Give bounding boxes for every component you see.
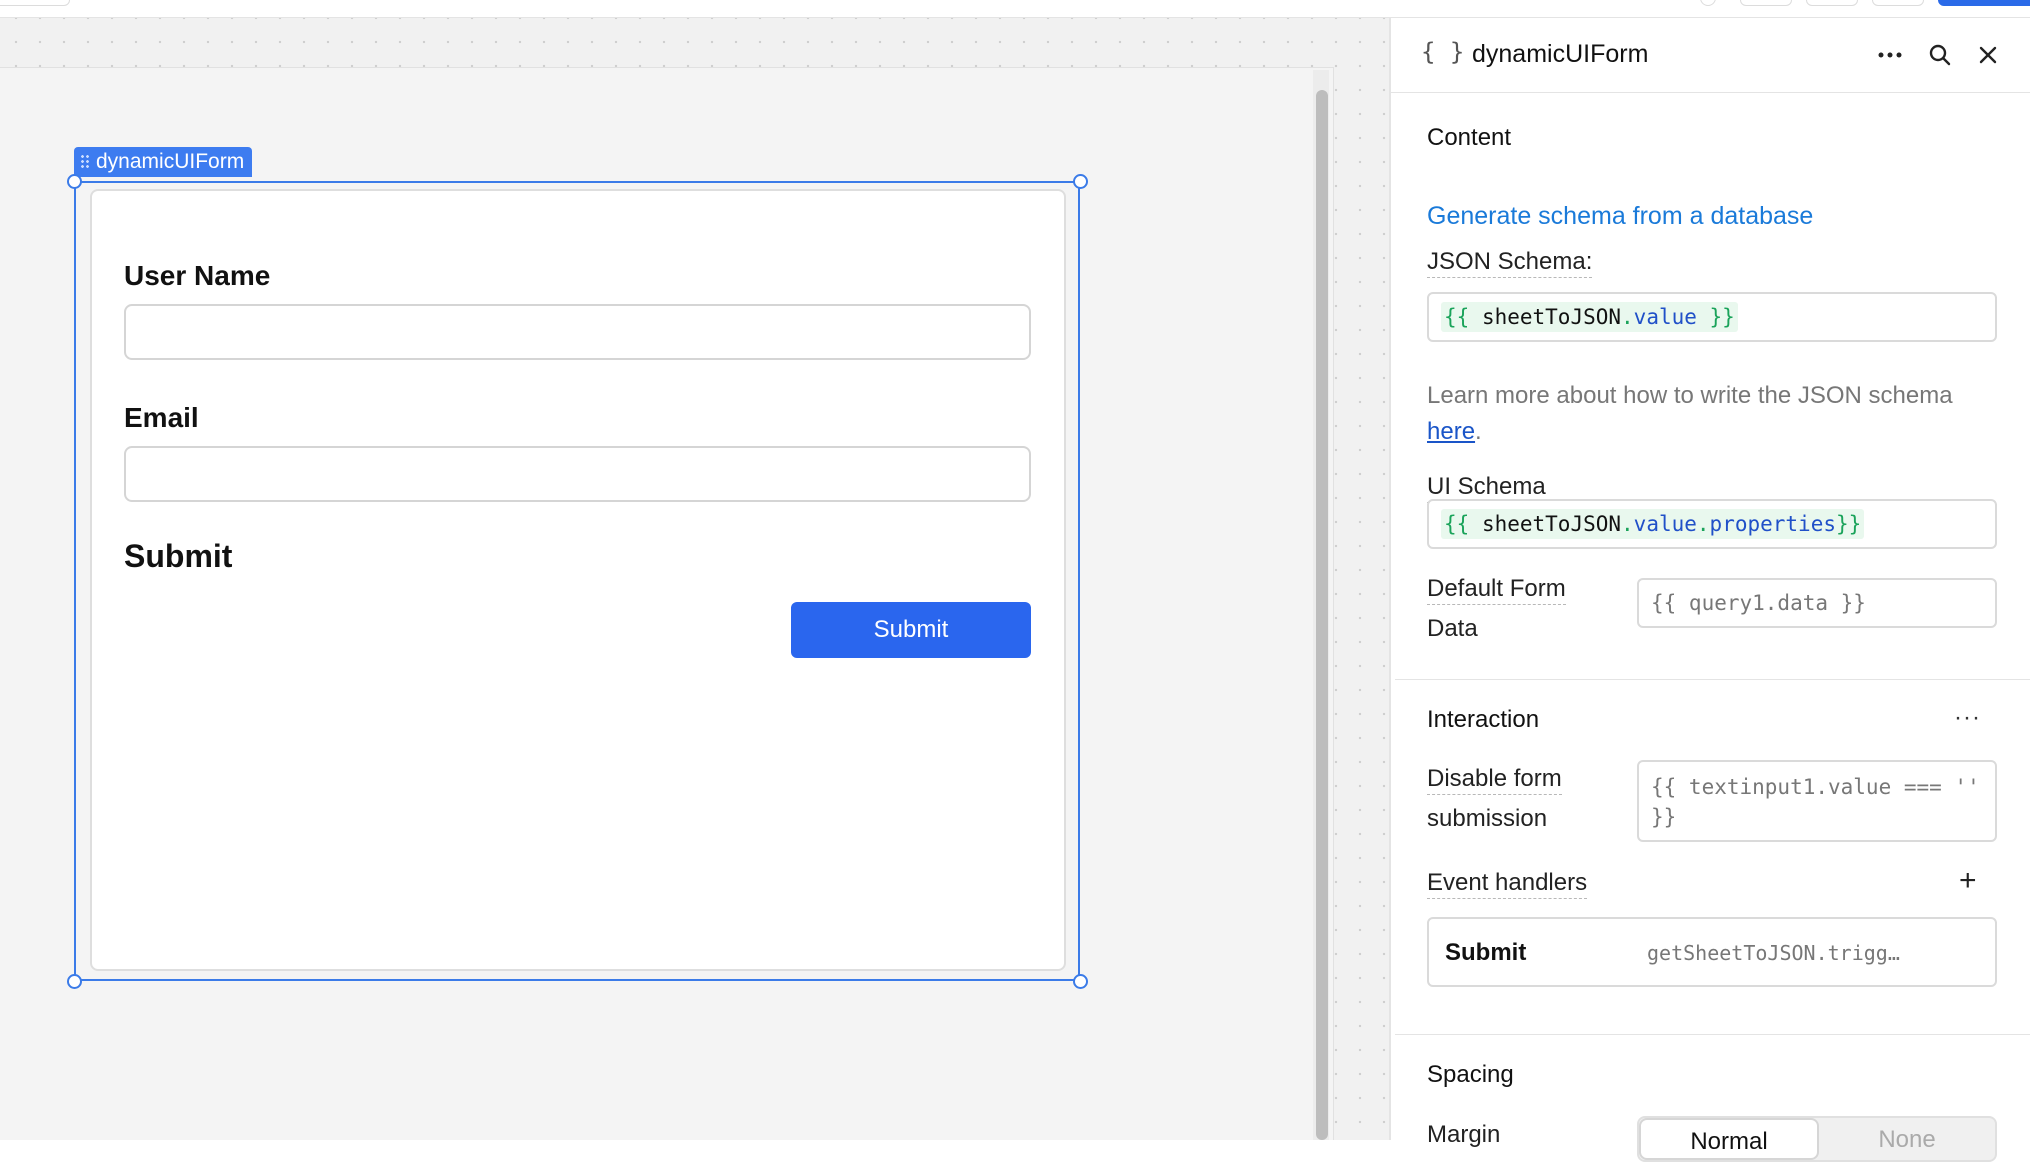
help-link[interactable]: here [1427, 418, 1475, 445]
disable-submission-input[interactable]: {{ textinput1.value === '' }} [1637, 760, 1997, 842]
interaction-more-icon[interactable]: ··· [1954, 704, 1981, 732]
inspector-header: { } dynamicUIForm [1391, 18, 2030, 93]
code-token: . [1621, 305, 1634, 329]
form-submit-heading: Submit [124, 538, 233, 574]
event-handler-item[interactable]: Submit getSheetToJSON.trigg… [1427, 917, 1997, 987]
code-token: value [1633, 512, 1697, 536]
json-schema-input[interactable]: {{ sheetToJSON.value }} [1427, 292, 1997, 342]
drag-handle-icon[interactable] [80, 154, 90, 170]
email-input[interactable] [124, 446, 1031, 502]
code-token: }} [1696, 305, 1735, 329]
code-token: {{ [1444, 305, 1482, 329]
disable-submission-label: Disable form [1427, 764, 1562, 795]
json-schema-label: JSON Schema: [1427, 247, 1593, 278]
email-label: Email [124, 402, 199, 433]
form-submit-button[interactable]: Submit [791, 602, 1031, 658]
code-token: sheetToJSON [1481, 512, 1622, 536]
inspector-panel: { } dynamicUIForm Content Generate schem… [1389, 18, 2030, 1162]
selected-component-tag[interactable]: dynamicUIForm [74, 147, 253, 177]
resize-handle-top-right[interactable] [1073, 174, 1088, 189]
search-icon[interactable] [1925, 40, 1955, 70]
margin-option-none[interactable]: None [1819, 1118, 1995, 1160]
event-handlers-label: Event handlers [1427, 868, 1588, 899]
ui-schema-input[interactable]: {{ sheetToJSON.value.properties}} [1427, 499, 1997, 549]
top-toolbar [0, 0, 2030, 18]
help-suffix: . [1475, 418, 1482, 445]
close-icon[interactable] [1973, 40, 2003, 70]
disable-submission-label-cont: submission [1427, 805, 1548, 832]
json-schema-help: Learn more about how to write the JSON s… [1427, 378, 2007, 450]
margin-label: Margin [1427, 1121, 1501, 1148]
add-event-handler-icon[interactable]: + [1959, 864, 1977, 898]
resize-handle-bottom-right[interactable] [1073, 974, 1088, 989]
toolbar-primary-button-stub[interactable] [1938, 0, 2030, 6]
default-form-data-label: Default Form [1427, 574, 1566, 605]
toolbar-button-stub[interactable] [1806, 0, 1858, 6]
toolbar-button-stub[interactable] [0, 0, 70, 6]
generate-schema-link[interactable]: Generate schema from a database [1427, 202, 1813, 231]
json-schema-code: {{ sheetToJSON.value }} [1441, 302, 1738, 332]
resize-handle-bottom-left[interactable] [67, 974, 82, 989]
content-section-title[interactable]: Content [1427, 124, 1511, 152]
canvas-scrollbar-thumb[interactable] [1316, 90, 1328, 1140]
toolbar-button-stub[interactable] [1872, 0, 1924, 6]
user-name-label: User Name [124, 260, 271, 291]
selected-component-name: dynamicUIForm [96, 150, 245, 173]
toolbar-avatar-stub[interactable] [1700, 0, 1716, 6]
code-token: value [1633, 305, 1697, 329]
more-horizontal-icon[interactable] [1875, 40, 1905, 70]
event-handler-event: Submit [1445, 939, 1527, 966]
section-divider [1395, 679, 2030, 680]
code-token: }} [1835, 512, 1862, 536]
default-form-data-input[interactable]: {{ query1.data }} [1637, 578, 1997, 628]
component-type-icon: { } [1421, 38, 1465, 66]
interaction-section-title[interactable]: Interaction [1427, 706, 1539, 734]
toolbar-button-stub[interactable] [1740, 0, 1792, 6]
default-form-data-label-cont: Data [1427, 615, 1478, 642]
inspector-component-name[interactable]: dynamicUIForm [1472, 40, 1648, 69]
code-token: . [1696, 512, 1710, 536]
code-token: sheetToJSON [1481, 305, 1622, 329]
code-token: . [1621, 512, 1634, 536]
ui-schema-code: {{ sheetToJSON.value.properties}} [1441, 509, 1865, 539]
margin-segmented-control[interactable]: Normal None [1637, 1116, 1997, 1162]
section-divider [1395, 1034, 2030, 1035]
code-token: properties [1709, 512, 1836, 536]
help-text: Learn more about how to write the JSON s… [1427, 382, 1953, 409]
resize-handle-top-left[interactable] [67, 174, 82, 189]
user-name-input[interactable] [124, 304, 1031, 360]
spacing-section-title[interactable]: Spacing [1427, 1061, 1514, 1089]
event-handler-action: getSheetToJSON.trigg… [1647, 941, 1900, 965]
code-token: {{ [1444, 512, 1482, 536]
margin-option-normal[interactable]: Normal [1639, 1118, 1819, 1160]
